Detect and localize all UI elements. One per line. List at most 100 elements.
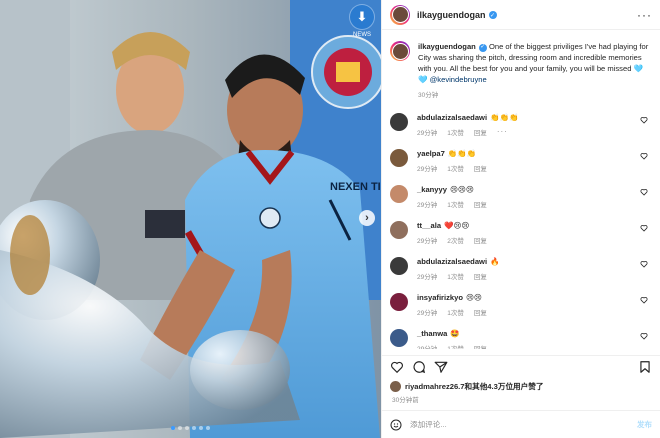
verified-badge-icon: ✓ bbox=[488, 11, 497, 19]
author-avatar[interactable] bbox=[390, 4, 410, 25]
carousel-dot bbox=[178, 426, 182, 430]
comment-row: _kanyyy 😢😢😢 29分钟 1次赞 回复 bbox=[390, 185, 652, 209]
commenter-username[interactable]: _thanwa bbox=[417, 329, 447, 338]
comment-like-heart-icon[interactable] bbox=[640, 224, 648, 232]
comment-reply-button[interactable]: 回复 bbox=[474, 235, 487, 245]
instagram-post-window: NEXEN TIRE ⬇ NEWS › ilkayguendogan✓ ··· bbox=[0, 0, 660, 438]
comment-text: ❤️😢😢 bbox=[444, 221, 470, 230]
comment-body: yaelpa7 👏👏👏 29分钟 1次赞 回复 bbox=[417, 149, 652, 173]
carousel-dot bbox=[206, 426, 210, 430]
comment-line: _kanyyy 😢😢😢 bbox=[417, 185, 652, 195]
comment-reply-button[interactable]: 回复 bbox=[474, 163, 487, 173]
caption-avatar[interactable] bbox=[390, 41, 410, 61]
comment-icon[interactable] bbox=[412, 360, 426, 374]
comment-like-count[interactable]: 1次赞 bbox=[447, 199, 464, 209]
comment-input[interactable] bbox=[410, 420, 637, 429]
post-caption: ilkayguendogan ✓ One of the biggest privi… bbox=[390, 31, 652, 101]
comment-time: 29分钟 bbox=[417, 310, 438, 317]
comment-like-count[interactable]: 1次赞 bbox=[447, 343, 464, 349]
comment-list: abdulazizalsaedawi 👏👏👏 29分钟 1次赞 回复 ··· yaelpa7… bbox=[390, 113, 652, 349]
commenter-username[interactable]: abdulazizalsaedawi bbox=[417, 257, 487, 266]
comment-reply-button[interactable]: 回复 bbox=[474, 127, 487, 137]
comment-row: tt__ala ❤️😢😢 29分钟 2次赞 回复 bbox=[390, 221, 652, 245]
comment-like-heart-icon[interactable] bbox=[640, 188, 648, 196]
comment-like-heart-icon[interactable] bbox=[640, 296, 648, 304]
more-options-icon[interactable]: ··· bbox=[637, 8, 652, 22]
comment-body: _kanyyy 😢😢😢 29分钟 1次赞 回复 bbox=[417, 185, 652, 209]
comment-meta: 29分钟 1次赞 回复 bbox=[417, 343, 652, 349]
carousel-dots bbox=[0, 426, 381, 430]
bookmark-icon[interactable] bbox=[638, 360, 652, 374]
emoji-icon[interactable] bbox=[390, 419, 402, 431]
comment-like-heart-icon[interactable] bbox=[640, 332, 648, 340]
commenter-username[interactable]: abdulazizalsaedawi bbox=[417, 113, 487, 122]
comment-text: 👏👏👏 bbox=[447, 149, 477, 158]
carousel-dot bbox=[192, 426, 196, 430]
comment-meta: 29分钟 1次赞回复 bbox=[417, 271, 652, 281]
comment-reply-button[interactable]: 回复 bbox=[474, 343, 487, 349]
post-comment-button[interactable]: 发布 bbox=[637, 419, 652, 430]
comment-body: insyafirizkyo 😢😢 29分钟 1次赞 回复 bbox=[417, 293, 652, 317]
comment-time: 29分钟 bbox=[417, 166, 438, 173]
comment-text: 👏👏👏 bbox=[490, 113, 519, 122]
comment-like-heart-icon[interactable] bbox=[640, 152, 648, 160]
news-badge-caption: NEWS bbox=[353, 32, 371, 38]
liker-username[interactable]: riyadmahrez26.7 bbox=[405, 382, 465, 391]
likes-suffix: 和其他4.3万位用户赞了 bbox=[464, 382, 544, 391]
author-username[interactable]: ilkayguendogan ✓ bbox=[417, 10, 497, 20]
comment-like-heart-icon[interactable] bbox=[640, 260, 648, 268]
comment-reply-button[interactable]: 回复 bbox=[474, 307, 487, 317]
jersey-sponsor: NEXEN TIRE bbox=[330, 181, 381, 193]
comment-like-count[interactable]: 1次赞 bbox=[447, 307, 464, 317]
comment-line: abdulazizalsaedawi 👏👏👏 bbox=[417, 113, 652, 123]
comment-reply-button[interactable]: 回复 bbox=[474, 199, 487, 209]
comment-meta: 29分钟 1次赞回复 bbox=[417, 163, 652, 173]
post-action-bar bbox=[382, 355, 660, 377]
carousel-dot bbox=[171, 426, 175, 430]
comment-more-icon[interactable]: ··· bbox=[497, 127, 508, 137]
comment-meta: 29分钟1次赞回复 bbox=[417, 199, 652, 209]
comment-like-count[interactable]: 1次赞 bbox=[447, 163, 464, 173]
comment-like-count[interactable]: 1次赞 bbox=[447, 271, 464, 281]
caption-username[interactable]: ilkayguendogan bbox=[418, 42, 476, 51]
commenter-avatar[interactable] bbox=[390, 257, 408, 275]
comment-like-count[interactable]: 1次赞 bbox=[447, 127, 464, 137]
commenter-avatar[interactable] bbox=[390, 113, 408, 131]
verified-badge-icon: ✓ bbox=[478, 43, 487, 52]
post-photo[interactable]: NEXEN TIRE ⬇ NEWS › bbox=[0, 0, 381, 438]
commenter-avatar[interactable] bbox=[390, 185, 408, 203]
commenter-username[interactable]: tt__ala bbox=[417, 221, 441, 230]
comment-body: abdulazizalsaedawi 👏👏👏 29分钟 1次赞 回复 ··· bbox=[417, 113, 652, 137]
likes-summary[interactable]: riyadmahrez26.7 和其他4.3万位用户赞了 bbox=[390, 381, 543, 392]
comment-row: abdulazizalsaedawi 🔥 29分钟 1次赞 回复 bbox=[390, 257, 652, 281]
commenter-username[interactable]: insyafirizkyo bbox=[417, 293, 463, 302]
comment-text: 🤩 bbox=[450, 329, 460, 338]
comment-line: abdulazizalsaedawi 🔥 bbox=[417, 257, 652, 267]
commenter-avatar[interactable] bbox=[390, 149, 408, 167]
heart-icon[interactable] bbox=[390, 360, 404, 374]
commenter-avatar[interactable] bbox=[390, 329, 408, 347]
comments-scroll-area[interactable]: ilkayguendogan ✓ One of the biggest privi… bbox=[382, 31, 660, 349]
comment-time: 29分钟 bbox=[417, 130, 438, 137]
commenter-avatar[interactable] bbox=[390, 221, 408, 239]
comment-time: 29分钟 bbox=[417, 343, 437, 349]
post-details-panel: ilkayguendogan ✓ ··· ilkayguendogan ✓ One … bbox=[381, 0, 660, 438]
comment-row: insyafirizkyo 😢😢 29分钟 1次赞 回复 bbox=[390, 293, 652, 317]
comment-like-count[interactable]: 2次赞 bbox=[447, 235, 464, 245]
next-image-button[interactable]: › bbox=[359, 210, 375, 226]
comment-row: abdulazizalsaedawi 👏👏👏 29分钟 1次赞 回复 ··· bbox=[390, 113, 652, 137]
post-timestamp: 30分钟前 bbox=[392, 397, 419, 404]
share-icon[interactable] bbox=[434, 360, 448, 374]
photo-illustration: NEXEN TIRE bbox=[0, 0, 381, 438]
commenter-username[interactable]: yaelpa7 bbox=[417, 149, 445, 158]
comment-reply-button[interactable]: 回复 bbox=[474, 271, 487, 281]
post-header: ilkayguendogan ✓ ··· bbox=[382, 0, 660, 30]
comment-time: 29分钟 bbox=[417, 274, 438, 281]
liker-avatar bbox=[390, 381, 401, 392]
caption-text-block: ilkayguendogan ✓ One of the biggest privi… bbox=[418, 41, 652, 101]
comment-composer: 发布 bbox=[382, 410, 660, 438]
commenter-username[interactable]: _kanyyy bbox=[417, 185, 447, 194]
comment-like-heart-icon[interactable] bbox=[640, 116, 648, 124]
caption-mention-link[interactable]: @kevindebruyne bbox=[430, 75, 487, 84]
commenter-avatar[interactable] bbox=[390, 293, 408, 311]
